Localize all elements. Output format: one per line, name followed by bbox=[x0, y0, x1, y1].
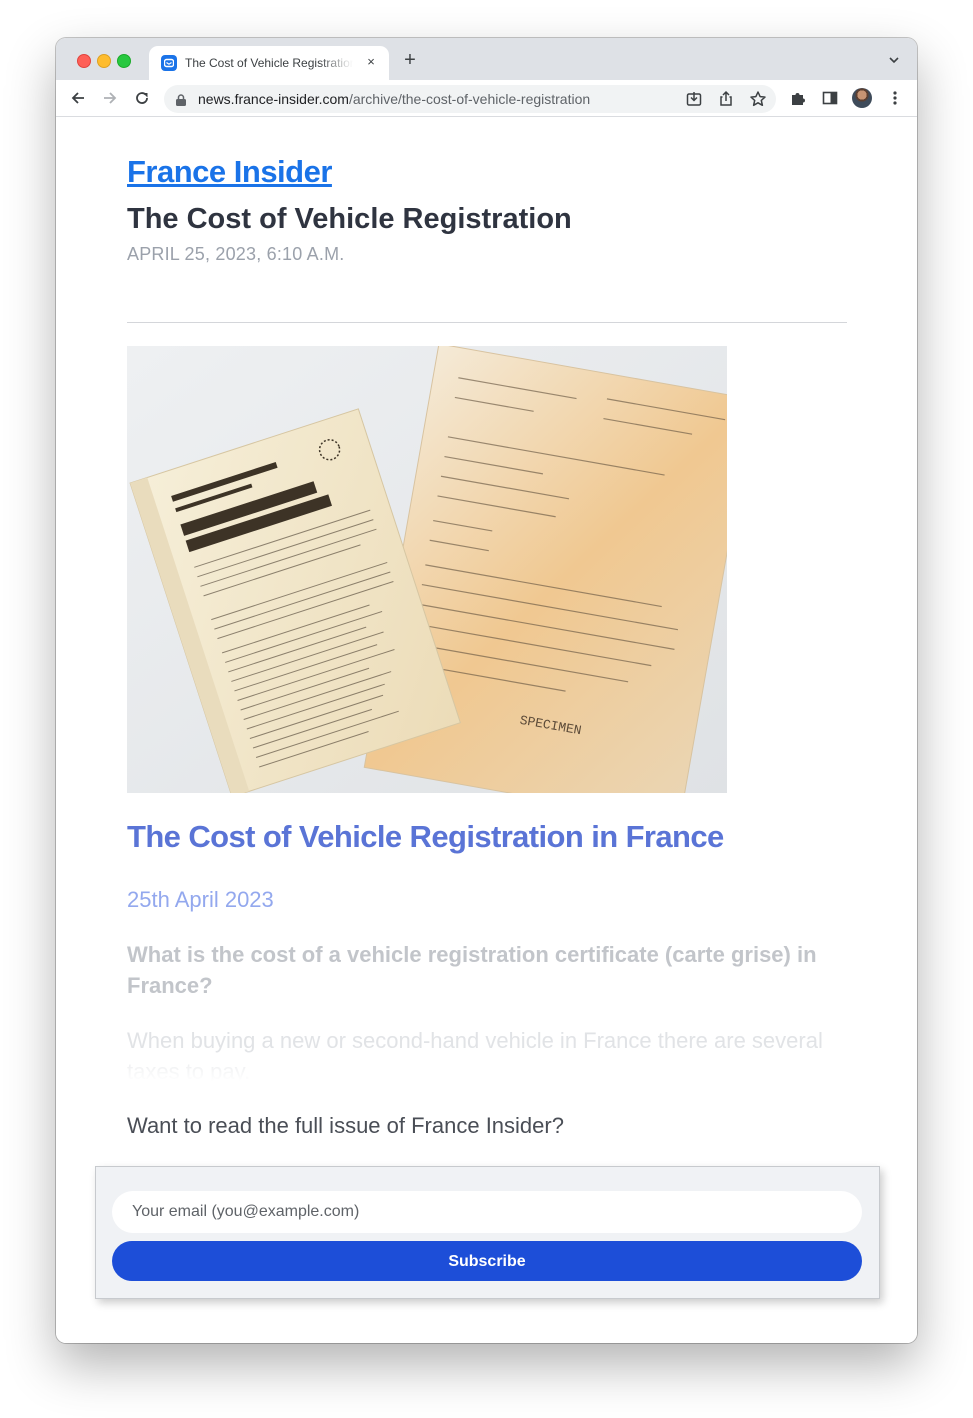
url-path: /archive/the-cost-of-vehicle-registratio… bbox=[348, 91, 591, 107]
download-icon[interactable] bbox=[684, 89, 704, 109]
teaser-body: When buying a new or second-hand vehicle… bbox=[127, 1028, 823, 1081]
lock-icon[interactable] bbox=[176, 93, 186, 106]
article-title[interactable]: The Cost of Vehicle Registration in Fran… bbox=[127, 819, 724, 855]
divider bbox=[127, 322, 847, 323]
page-headline: The Cost of Vehicle Registration bbox=[127, 203, 572, 235]
side-panel-icon[interactable] bbox=[820, 88, 840, 108]
profile-avatar[interactable] bbox=[852, 88, 872, 108]
zoom-window-button[interactable] bbox=[117, 54, 131, 68]
reload-icon[interactable] bbox=[132, 88, 152, 108]
more-vertical-icon[interactable] bbox=[885, 88, 905, 108]
url-host: news.france-insider.com bbox=[198, 91, 349, 107]
url-text[interactable]: news.france-insider.com/archive/the-cost… bbox=[198, 91, 590, 107]
browser-window: The Cost of Vehicle Registration × + new… bbox=[56, 38, 917, 1343]
back-arrow-icon[interactable] bbox=[68, 88, 88, 108]
read-full-issue-prompt: Want to read the full issue of France In… bbox=[127, 1113, 564, 1138]
browser-tab[interactable]: The Cost of Vehicle Registration × bbox=[149, 46, 389, 80]
subscribe-button[interactable]: Subscribe bbox=[112, 1241, 862, 1281]
hero-image: SPECIMEN bbox=[127, 346, 727, 793]
teaser-question: What is the cost of a vehicle registrati… bbox=[127, 942, 817, 998]
site-favicon-icon bbox=[161, 55, 177, 71]
publish-date: APRIL 25, 2023, 6:10 A.M. bbox=[127, 244, 345, 264]
tab-strip: The Cost of Vehicle Registration × + bbox=[56, 38, 917, 80]
share-icon[interactable] bbox=[716, 89, 736, 109]
address-bar[interactable]: news.france-insider.com/archive/the-cost… bbox=[164, 85, 776, 113]
minimize-window-button[interactable] bbox=[97, 54, 111, 68]
tab-title: The Cost of Vehicle Registration bbox=[185, 56, 353, 70]
page-content: France Insider The Cost of Vehicle Regis… bbox=[56, 117, 917, 1343]
extensions-puzzle-icon[interactable] bbox=[788, 88, 808, 108]
close-window-button[interactable] bbox=[77, 54, 91, 68]
star-icon[interactable] bbox=[748, 89, 768, 109]
tab-close-icon[interactable]: × bbox=[363, 54, 379, 70]
article-date: 25th April 2023 bbox=[127, 887, 274, 912]
new-tab-button[interactable]: + bbox=[400, 50, 420, 70]
brand-link[interactable]: France Insider bbox=[127, 154, 332, 190]
email-field[interactable] bbox=[112, 1191, 862, 1233]
browser-toolbar: news.france-insider.com/archive/the-cost… bbox=[56, 80, 917, 117]
subscribe-form: Subscribe bbox=[95, 1166, 880, 1299]
forward-arrow-icon[interactable] bbox=[100, 88, 120, 108]
chevron-down-icon[interactable] bbox=[886, 52, 902, 68]
